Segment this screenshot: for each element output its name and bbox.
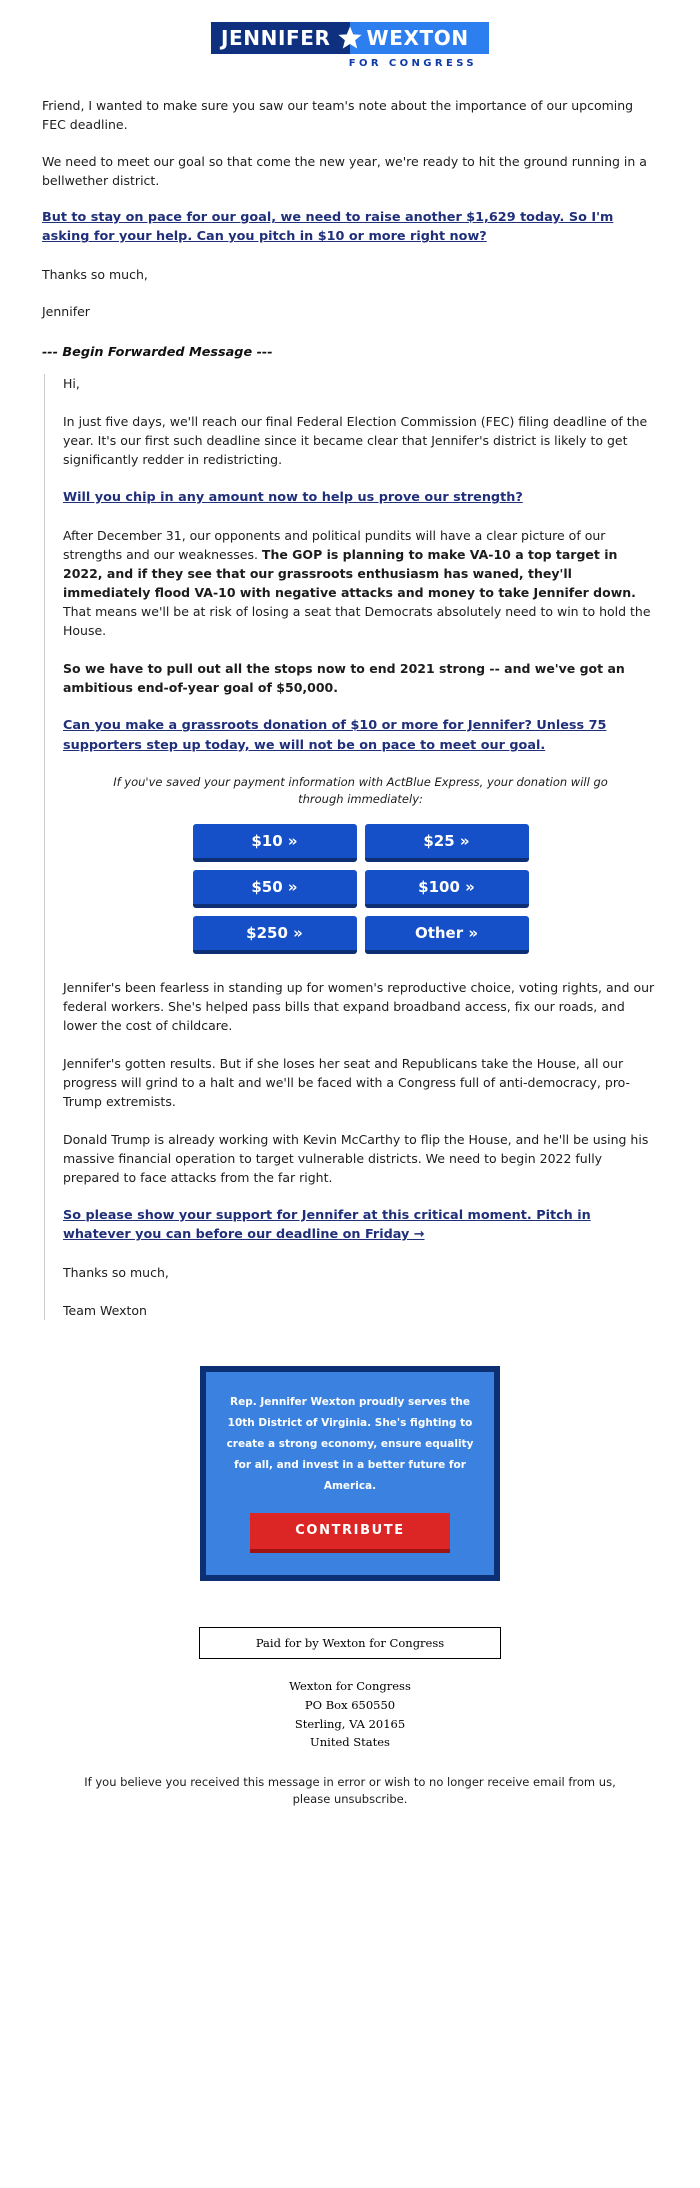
logo-first-name: JENNIFER [221,26,331,50]
forwarded-paragraph-6: Donald Trump is already working with Kev… [63,1131,649,1185]
email-footer: Paid for by Wexton for Congress Wexton f… [0,1627,700,1848]
forwarded-paragraph-4: Jennifer's been fearless in standing up … [63,979,655,1033]
donate-button-10[interactable]: $10 » [192,823,357,862]
forwarded-paragraph-3: So we have to pull out all the stops now… [63,659,658,697]
email-header: JENNIFER WEXTON FOR CONGRESS [0,0,700,70]
forwarded-chip-in-link[interactable]: Will you chip in any amount now to help … [63,488,658,507]
forwarded-final-support-link[interactable]: So please show your support for Jennifer… [63,1206,658,1245]
email-page: JENNIFER WEXTON FOR CONGRESS Friend, I w… [0,0,700,1849]
intro-paragraph-2: We need to meet our goal so that come th… [42,154,647,188]
email-body: Friend, I wanted to make sure you saw ou… [0,70,700,1582]
forwarded-message-block: Hi, In just five days, we'll reach our f… [44,373,658,1321]
logo-last-name-block: WEXTON [362,22,489,54]
paid-for-disclaimer: Paid for by Wexton for Congress [198,1627,502,1660]
intro-thanks: Thanks so much, [42,266,148,282]
address-line-3: Sterling, VA 20165 [294,1716,406,1731]
actblue-express-note: If you've saved your payment information… [113,775,608,806]
forwarded-paragraph-5: Jennifer's gotten results. But if she lo… [63,1055,631,1109]
logo-first-name-block: JENNIFER [211,22,337,54]
unsubscribe-notice: If you believe you received this message… [70,1774,630,1809]
logo-bar: JENNIFER WEXTON [211,22,489,54]
logo-tagline: FOR CONGRESS [348,58,477,69]
logo-last-name: WEXTON [366,26,469,50]
intro-paragraph-1: Friend, I wanted to make sure you saw ou… [42,98,634,132]
intro-signature: Jennifer [42,303,90,319]
donate-button-50[interactable]: $50 » [192,869,357,908]
contribute-button[interactable]: CONTRIBUTE [250,1513,450,1554]
campaign-logo[interactable]: JENNIFER WEXTON FOR CONGRESS [211,22,489,69]
forwarded-signature: Team Wexton [63,1303,147,1319]
forwarded-greeting: Hi, [63,375,80,391]
donation-amount-grid: $10 » $25 » $50 » $100 » $250 » Other » [192,823,529,954]
forwarded-grassroots-donation-link[interactable]: Can you make a grassroots donation of $1… [63,716,658,755]
forwarded-message-divider: --- Begin Forwarded Message --- [42,344,273,360]
address-line-1: Wexton for Congress [289,1679,411,1694]
unsubscribe-text-after: . [403,1792,408,1807]
address-line-2: PO Box 650550 [304,1698,396,1713]
forwarded-goal-bold: So we have to pull out all the stops now… [63,661,625,696]
mailing-address: Wexton for Congress PO Box 650550 Sterli… [0,1677,700,1752]
donate-button-250[interactable]: $250 » [192,915,357,954]
address-line-4: United States [310,1735,390,1750]
donate-button-100[interactable]: $100 » [364,869,529,908]
forwarded-paragraph-2-tail: That means we'll be at risk of losing a … [63,604,651,639]
contribute-panel: Rep. Jennifer Wexton proudly serves the … [200,1366,500,1582]
forwarded-thanks: Thanks so much, [63,1265,169,1281]
donate-button-25[interactable]: $25 » [364,823,529,862]
unsubscribe-link[interactable]: unsubscribe [334,1792,404,1806]
intro-donate-link[interactable]: But to stay on pace for our goal, we nee… [42,208,658,247]
forwarded-paragraph-2: After December 31, our opponents and pol… [63,526,658,640]
contribute-panel-text: Rep. Jennifer Wexton proudly serves the … [226,1396,474,1493]
star-icon [336,22,363,54]
donate-button-other[interactable]: Other » [364,915,529,954]
forwarded-paragraph-1: In just five days, we'll reach our final… [63,413,648,467]
